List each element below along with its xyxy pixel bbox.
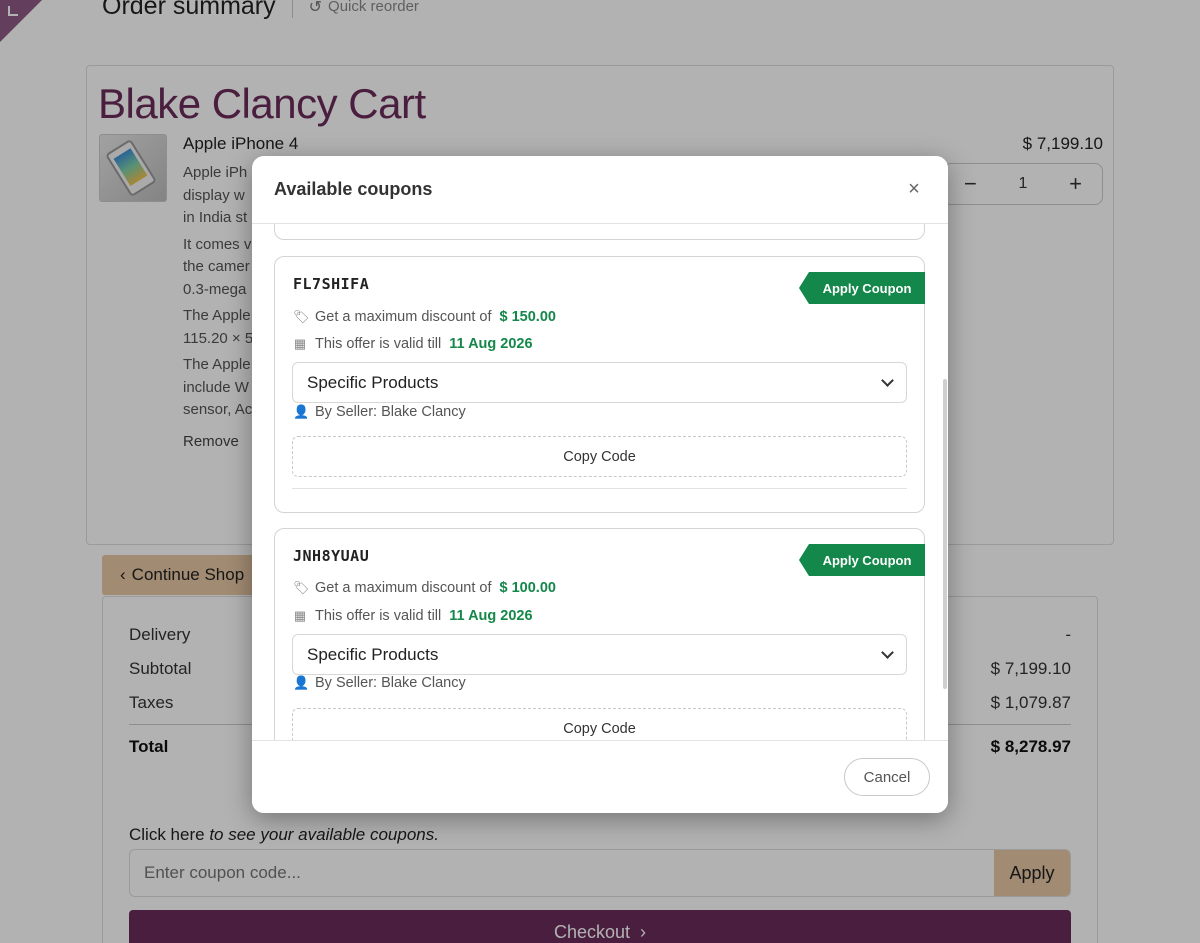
validity-date: 11 Aug 2026 [449, 608, 533, 624]
apply-coupon-tag-button[interactable]: Apply Coupon [799, 544, 925, 576]
user-icon: 👤 [293, 404, 310, 419]
select-value: Specific Products [307, 372, 439, 392]
coupon-card: JNH8YUAU Apply Coupon 🏷 Get a maximum di… [274, 528, 925, 740]
validity-date: 11 Aug 2026 [449, 336, 533, 352]
applicable-products-select[interactable]: Specific Products [292, 634, 907, 675]
validity-row: ▦ This offer is valid till 11 Aug 2026 [293, 336, 533, 352]
validity-row: ▦ This offer is valid till 11 Aug 2026 [293, 608, 533, 624]
chevron-down-icon [881, 374, 894, 387]
cancel-button[interactable]: Cancel [844, 758, 930, 796]
discount-row: 🏷 Get a maximum discount of $ 100.00 [293, 580, 556, 596]
coupon-card-previous [274, 224, 925, 240]
tag-icon: 🏷 [293, 309, 310, 324]
modal-header: Available coupons × [252, 156, 948, 224]
seller-row: 👤 By Seller: Blake Clancy [293, 404, 466, 420]
select-value: Specific Products [307, 644, 439, 664]
apply-coupon-tag-button[interactable]: Apply Coupon [799, 272, 925, 304]
discount-amount: $ 150.00 [499, 309, 556, 325]
applicable-products-select[interactable]: Specific Products [292, 362, 907, 403]
modal-scrollbar[interactable] [940, 224, 948, 740]
copy-code-button[interactable]: Copy Code [292, 708, 907, 740]
available-coupons-modal: Available coupons × FL7SHIFA Apply Coupo… [252, 156, 948, 813]
tag-icon: 🏷 [293, 580, 310, 595]
coupon-card: FL7SHIFA Apply Coupon 🏷 Get a maximum di… [274, 256, 925, 513]
chevron-down-icon [881, 646, 894, 659]
copy-code-button[interactable]: Copy Code [292, 436, 907, 477]
discount-text: Get a maximum discount of [315, 580, 492, 596]
modal-body[interactable]: FL7SHIFA Apply Coupon 🏷 Get a maximum di… [252, 224, 948, 740]
discount-text: Get a maximum discount of [315, 309, 492, 325]
calendar-icon: ▦ [293, 608, 307, 623]
modal-footer: Cancel [252, 740, 948, 813]
scrollbar-thumb[interactable] [943, 379, 947, 689]
modal-title: Available coupons [274, 179, 433, 199]
coupon-code: FL7SHIFA [293, 275, 370, 293]
discount-row: 🏷 Get a maximum discount of $ 150.00 [293, 309, 556, 325]
close-icon[interactable]: × [902, 178, 926, 201]
calendar-icon: ▦ [293, 336, 307, 351]
seller-text: By Seller: Blake Clancy [315, 404, 466, 420]
card-divider [292, 488, 907, 489]
seller-text: By Seller: Blake Clancy [315, 675, 466, 691]
validity-text: This offer is valid till [315, 608, 442, 624]
discount-amount: $ 100.00 [499, 580, 556, 596]
seller-row: 👤 By Seller: Blake Clancy [293, 675, 466, 691]
coupon-code: JNH8YUAU [293, 547, 370, 565]
validity-text: This offer is valid till [315, 336, 442, 352]
user-icon: 👤 [293, 675, 310, 690]
